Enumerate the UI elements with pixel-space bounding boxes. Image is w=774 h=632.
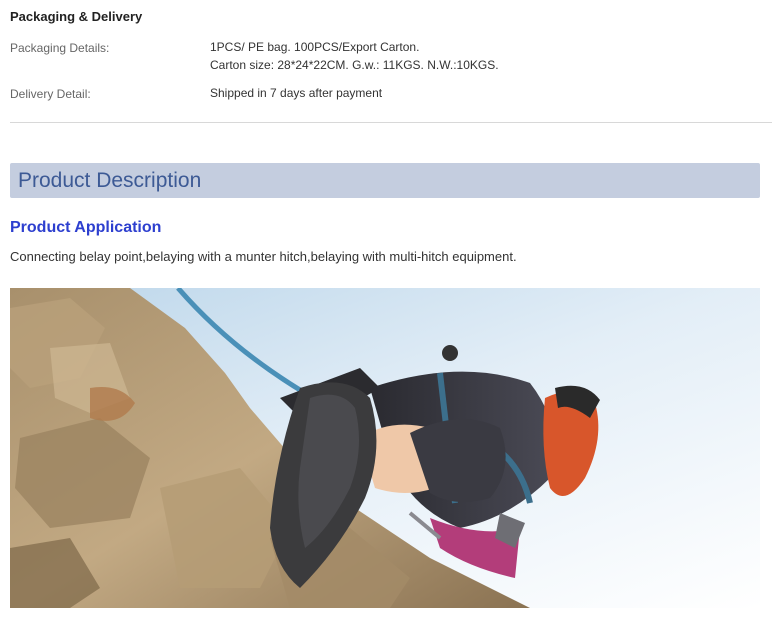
product-description-header: Product Description <box>10 163 760 198</box>
product-application-text: Connecting belay point,belaying with a m… <box>10 249 517 264</box>
delivery-detail-value: Shipped in 7 days after payment <box>210 86 383 100</box>
delivery-detail-label: Delivery Detail: <box>10 87 91 101</box>
packaging-details-line-2: Carton size: 28*24*22CM. G.w.: 11KGS. N.… <box>210 58 499 72</box>
product-detail-page: Packaging & Delivery Packaging Details: … <box>0 0 774 632</box>
section-divider <box>10 122 772 123</box>
packaging-details-line-1: 1PCS/ PE bag. 100PCS/Export Carton. <box>210 40 420 54</box>
packaging-details-label: Packaging Details: <box>10 41 110 55</box>
climber-illustration <box>10 288 600 608</box>
product-photo-climber <box>10 288 760 608</box>
packaging-delivery-title: Packaging & Delivery <box>10 9 143 24</box>
product-application-title: Product Application <box>10 219 162 236</box>
packaging-details-value: 1PCS/ PE bag. 100PCS/Export Carton. Cart… <box>210 38 499 74</box>
